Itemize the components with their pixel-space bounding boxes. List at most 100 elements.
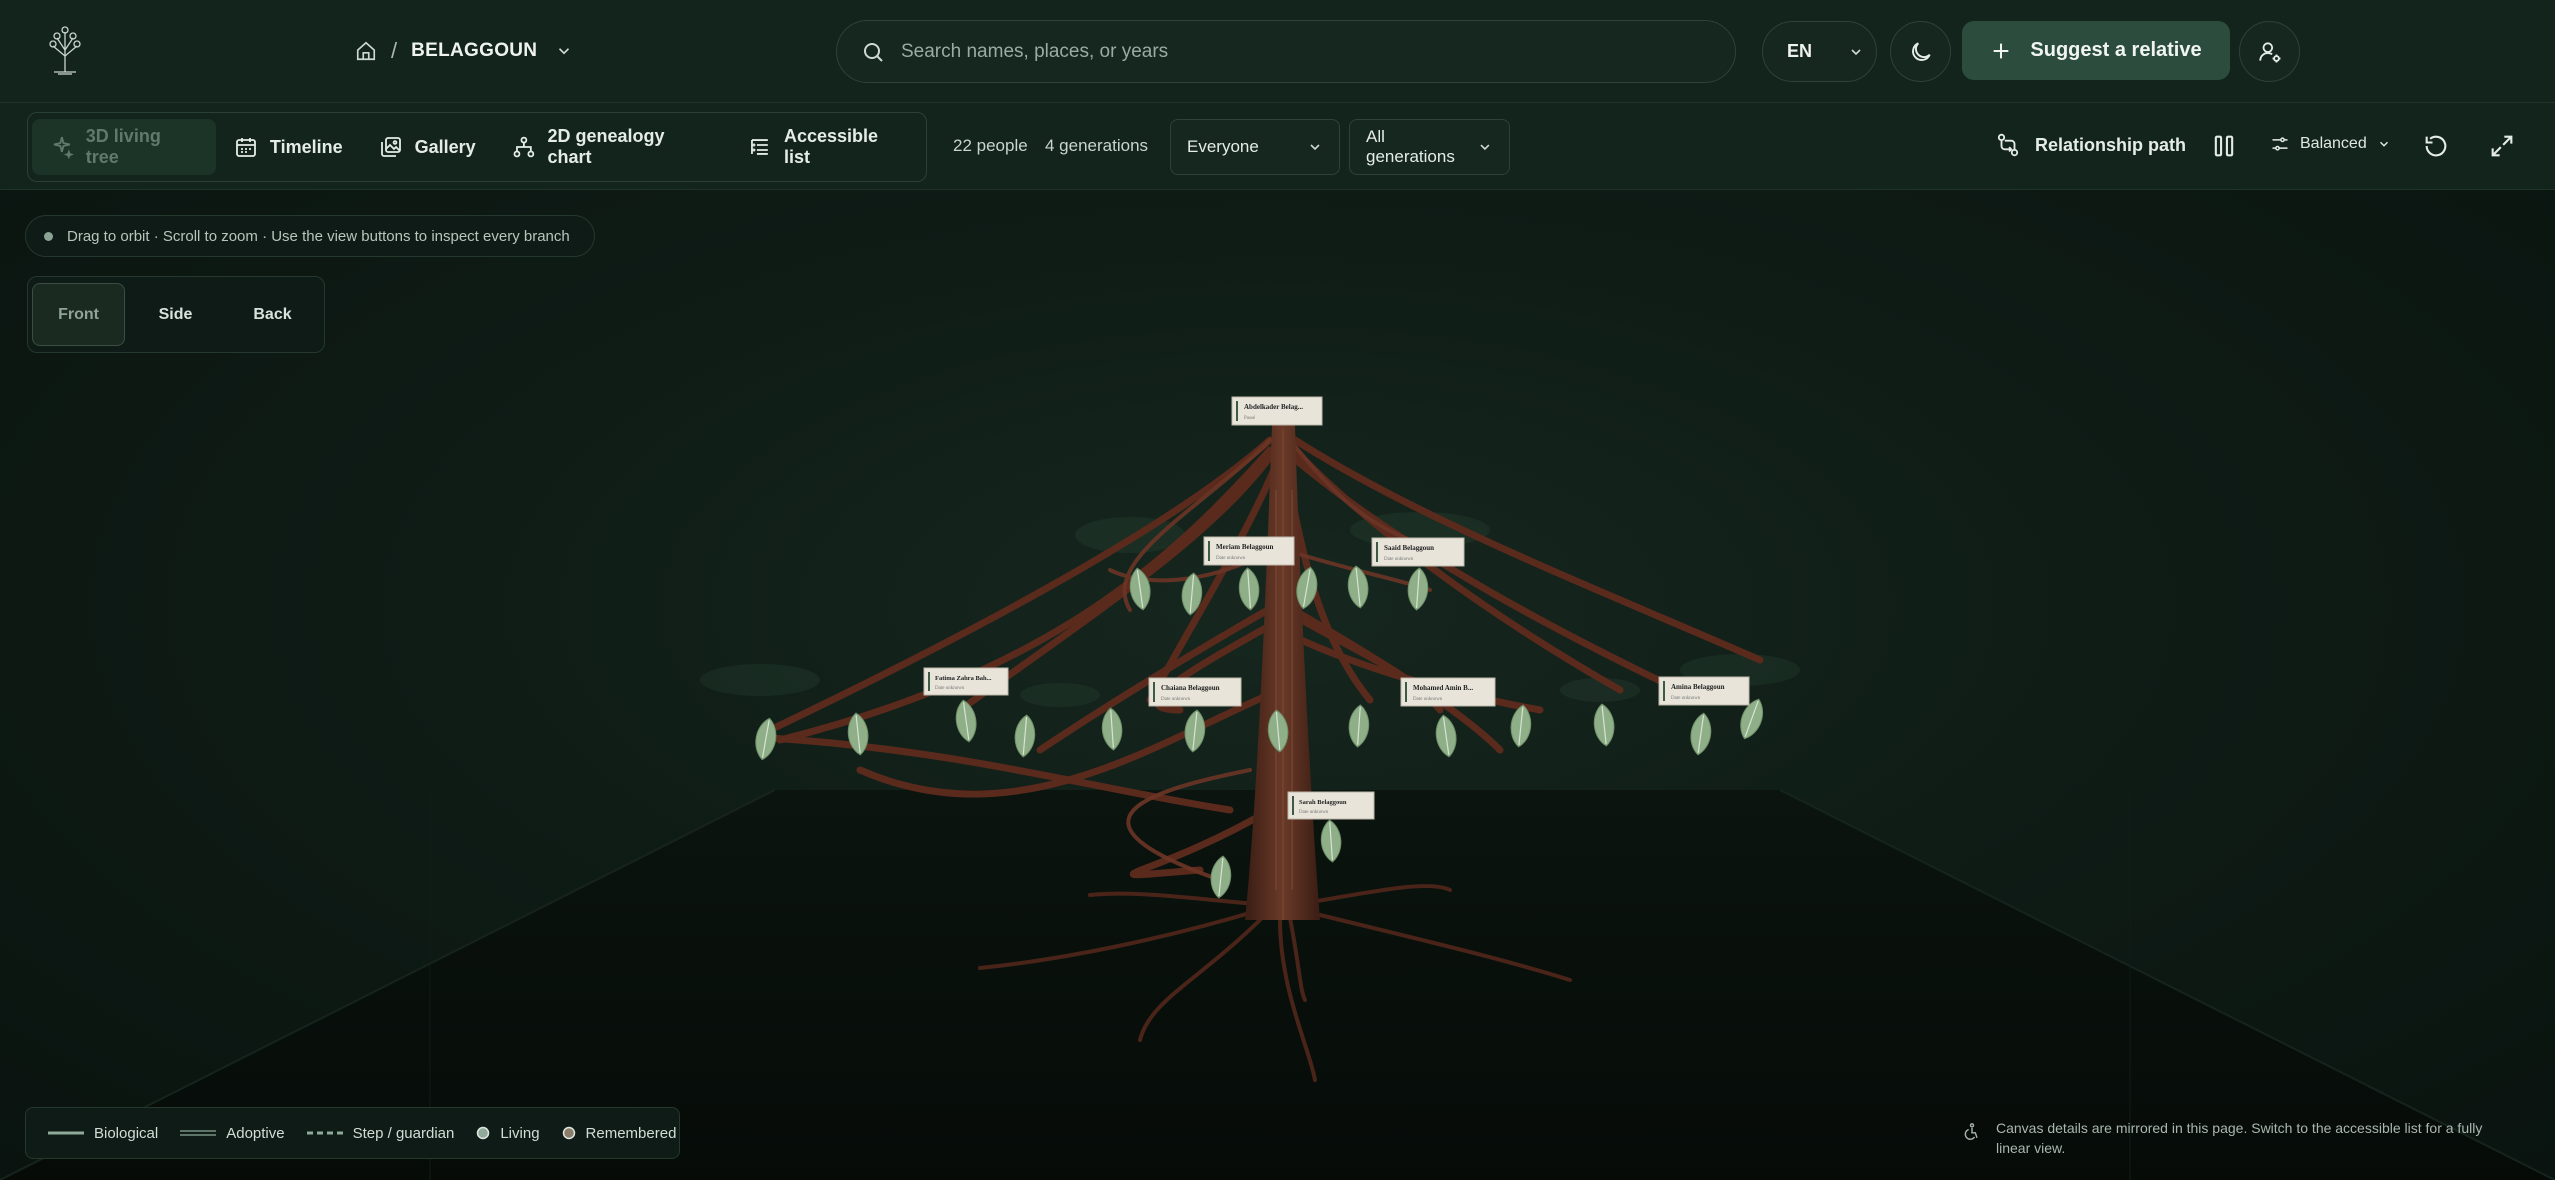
chevron-down-icon <box>1480 144 1490 151</box>
legend-remembered: Remembered <box>562 1124 677 1142</box>
tab-label: Accessible list <box>783 126 879 167</box>
chevron-down-icon <box>1310 144 1320 151</box>
language-select[interactable]: EN <box>1762 21 1877 82</box>
plus-icon <box>1994 43 2009 58</box>
theme-toggle-button[interactable] <box>1890 21 1951 82</box>
view-toolbar: 3D living tree Timeline Gallery 2D genea… <box>0 103 2555 190</box>
tree-card-name: Amina Belaggoun <box>1671 683 1725 691</box>
tree-canvas[interactable]: Abdelkader Belag... Passé Meriam Belaggo… <box>0 190 2555 1180</box>
tree-card[interactable]: Chaiana Belaggoun Date unknown <box>1148 677 1242 707</box>
tree-card[interactable]: Meriam Belaggoun Date unknown <box>1203 536 1295 566</box>
tree-card-name: Chaiana Belaggoun <box>1161 684 1220 692</box>
camera-view-switcher: Front Side Back <box>27 276 325 353</box>
relationship-path-button[interactable]: Relationship path <box>1995 132 2186 158</box>
tree-card-sub: Passé <box>1244 416 1256 421</box>
search-input[interactable] <box>901 40 1721 63</box>
tab-label: 2D genealogy chart <box>547 126 665 167</box>
people-filter-select[interactable]: Everyone <box>1170 119 1340 175</box>
tree-card-name: Mohamed Amin B... <box>1413 684 1473 692</box>
accessibility-note-text: Canvas details are mirrored in this page… <box>1996 1120 2483 1156</box>
tree-card[interactable]: Fatima Zahra Bah... Date unknown <box>923 667 1009 696</box>
pause-icon[interactable] <box>2210 132 2238 160</box>
side-view-button[interactable]: Side <box>129 283 222 346</box>
tree-card[interactable]: Sarah Belaggoun Date unknown <box>1287 791 1375 820</box>
language-value: EN <box>1787 41 1813 61</box>
tree-card-sub: Date unknown <box>1161 697 1191 702</box>
tab-3d-living-tree[interactable]: 3D living tree <box>32 119 216 175</box>
legend-adoptive: Adoptive <box>180 1124 285 1142</box>
family-tree-logo[interactable] <box>40 22 90 76</box>
account-button[interactable] <box>2239 21 2300 82</box>
tree-card-sub: Date unknown <box>935 686 965 691</box>
legend-step-guardian: Step / guardian <box>306 1124 455 1142</box>
living-tree-3d[interactable]: Abdelkader Belag... Passé Meriam Belaggo… <box>0 190 2555 1180</box>
dashed-line-swatch <box>306 1131 343 1135</box>
calendar-icon <box>236 138 256 157</box>
tree-card-sub: Date unknown <box>1216 556 1246 561</box>
tab-gallery[interactable]: Gallery <box>361 119 494 175</box>
back-view-button[interactable]: Back <box>226 283 319 346</box>
tree-card[interactable]: Amina Belaggoun Date unknown <box>1658 676 1750 706</box>
tab-accessible-list[interactable]: Accessible list <box>730 119 926 175</box>
remembered-dot-icon <box>562 1126 575 1140</box>
living-dot-icon <box>477 1126 490 1140</box>
tree-card-sub: Date unknown <box>1671 696 1701 701</box>
solid-line-swatch <box>48 1131 84 1135</box>
hint-dot <box>44 231 53 241</box>
legend-label: Remembered <box>585 1124 677 1142</box>
gallery-icon <box>380 137 401 157</box>
legend-biological: Biological <box>48 1125 158 1142</box>
legend-label: Step / guardian <box>352 1124 455 1142</box>
tab-label: 3D living tree <box>85 126 161 167</box>
fullscreen-icon[interactable] <box>2488 132 2516 160</box>
relationship-legend: Biological Adoptive Step / guardian Livi… <box>25 1107 680 1159</box>
double-line-swatch <box>180 1130 217 1136</box>
front-view-button[interactable]: Front <box>32 283 125 346</box>
quality-select[interactable]: Balanced <box>2270 134 2391 154</box>
suggest-relative-button[interactable]: Suggest a relative <box>1962 21 2230 80</box>
chevron-down-icon <box>1851 48 1861 55</box>
tree-card-name: Meriam Belaggoun <box>1216 543 1273 551</box>
generation-count: 4 generations <box>1045 136 1149 155</box>
moon-icon <box>1911 41 1931 61</box>
generation-filter-select[interactable]: All generations <box>1349 119 1510 175</box>
accessibility-icon <box>1964 1123 1978 1140</box>
tree-card-sub: Date unknown <box>1413 697 1443 702</box>
legend-label: Adoptive <box>226 1124 285 1142</box>
org-chart-icon <box>513 136 534 158</box>
sliders-icon <box>2272 137 2288 151</box>
tree-card[interactable]: Mohamed Amin B... Date unknown <box>1400 677 1496 707</box>
tree-sparkle-icon <box>53 136 74 159</box>
generation-filter-value: All generations <box>1366 127 1455 166</box>
home-icon[interactable] <box>355 40 377 62</box>
tree-card[interactable]: Abdelkader Belag... Passé <box>1231 396 1323 426</box>
tree-card-name: Sarah Belaggoun <box>1299 799 1347 806</box>
family-name[interactable]: BELAGGOUN <box>411 40 537 62</box>
tree-card-name: Fatima Zahra Bah... <box>935 675 992 682</box>
tree-card-name: Saaid Belaggoun <box>1384 544 1434 552</box>
top-header: / BELAGGOUN EN Suggest a relative <box>0 0 2555 103</box>
tree-card[interactable]: Saaid Belaggoun Date unknown <box>1371 537 1465 567</box>
view-switcher: 3D living tree Timeline Gallery 2D genea… <box>27 112 927 182</box>
tab-2d-genealogy-chart[interactable]: 2D genealogy chart <box>494 119 731 175</box>
search-bar[interactable] <box>836 20 1736 83</box>
people-filter-value: Everyone <box>1187 137 1259 156</box>
tab-timeline[interactable]: Timeline <box>216 119 361 175</box>
people-count: 22 people <box>953 136 1028 155</box>
accessibility-note: Canvas details are mirrored in this page… <box>1962 1118 2502 1158</box>
chevron-down-icon[interactable] <box>555 42 573 60</box>
suggest-relative-label: Suggest a relative <box>2030 39 2202 61</box>
chevron-down-icon <box>2379 141 2388 147</box>
tree-card-sub: Date unknown <box>1299 810 1329 815</box>
relationship-path-label: Relationship path <box>2035 134 2187 155</box>
search-icon <box>864 42 883 62</box>
hint-text: Drag to orbit · Scroll to zoom · Use the… <box>67 227 570 245</box>
legend-label: Living <box>500 1124 540 1142</box>
interaction-hint: Drag to orbit · Scroll to zoom · Use the… <box>25 215 595 257</box>
reset-view-icon[interactable] <box>2422 132 2450 160</box>
list-icon <box>751 139 769 155</box>
breadcrumb: / BELAGGOUN <box>355 36 573 66</box>
legend-label: Biological <box>94 1124 159 1142</box>
quality-value: Balanced <box>2300 135 2367 152</box>
breadcrumb-separator: / <box>391 38 398 63</box>
